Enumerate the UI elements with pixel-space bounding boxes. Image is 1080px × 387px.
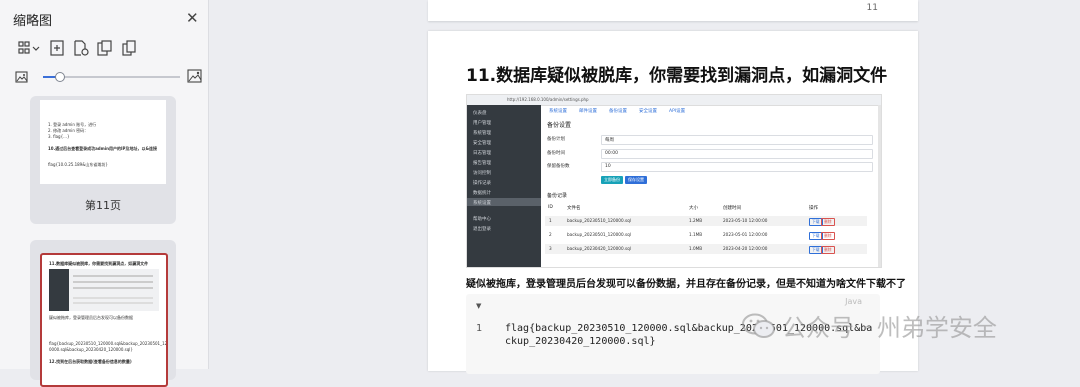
thumb-line: 11.数据库疑似被脱库，你需要找到漏洞点，如漏洞文件 [49,261,149,266]
thumb-line: flag{backup_20230510_120000.sql&backup_2… [49,341,168,346]
table-header: 文件名 [567,206,581,211]
admin-tab: API设置 [669,109,686,114]
code-language: Java [845,297,862,306]
table-header: ID [548,205,553,210]
thumbnail-label: 第11页 [85,199,121,212]
table-cell: 1.0MB [689,246,703,251]
watermark: 公众号 · 州弟学安全 [742,308,997,343]
page-number: 11 [866,3,878,13]
zoom-slider[interactable] [43,72,180,82]
wechat-icon [742,313,775,338]
table-cell: 3 [549,246,552,251]
thumb-line: 10.通过后台查看登录成功admin用户的IP及地址，以&连接 [48,146,157,151]
previous-page: 11 [428,0,918,21]
delete-button: 删除 [821,246,835,254]
admin-nav-item: 操作记录 [473,181,491,186]
admin-nav-item: 帮助中心 [473,217,491,222]
admin-nav-item: 系统设置 [473,201,491,206]
admin-tab: 安全设置 [639,109,657,114]
table-header: 操作 [809,206,818,211]
close-icon[interactable]: ✕ [186,9,199,27]
zoom-slider-thumb[interactable] [55,72,66,82]
admin-nav-item: 仪表盘 [473,111,487,116]
extract-page-icon[interactable] [96,39,114,57]
field-value: 00:00 [605,151,618,156]
table-cell: 1.1MB [689,232,703,237]
backup-now-button: 立即备份 [601,176,623,184]
admin-nav-item: 用户管理 [473,121,491,126]
table-cell: 1 [549,218,552,223]
table-cell: 1.2MB [689,218,703,223]
thumbnail-sidebar: 缩略图 ✕ 1. 登录 admin 账号，进行 2. 修改 admin 密码： … [0,0,209,387]
table-cell: backup_20230510_120000.sql [567,218,631,223]
thumb-screenshot [49,269,159,311]
backup-plan-select: 每周 [601,135,873,145]
table-cell: backup_20230501_120000.sql [567,232,631,237]
grid-view-icon[interactable] [18,39,42,57]
field-label: 备份计划 [547,137,565,142]
admin-nav-item: 退出登录 [473,227,491,232]
table-cell: backup_20230420_120000.sql [567,246,631,251]
admin-nav-item: 报告管理 [473,161,491,166]
thumbnail-page-image-selected: 11.数据库疑似被脱库，你需要找到漏洞点，如漏洞文件 疑似被拖库，登录管理员后台… [40,253,168,387]
thumb-line: 2. 修改 admin 密码： [48,128,89,133]
table-header: 大小 [689,206,698,211]
field-value: 每周 [605,138,614,143]
retain-count-input: 10 [601,162,873,172]
admin-tab: 邮件设置 [579,109,597,114]
admin-nav-item: 安全管理 [473,141,491,146]
scrollbar [878,105,881,267]
admin-nav-item: 访问控制 [473,171,491,176]
table-row: 2 backup_20230501_120000.sql 1.1MB 2023-05-… [545,230,867,240]
zoom-out-image-icon[interactable] [15,69,29,88]
table-header: 创建时间 [723,206,741,211]
admin-nav-item: 系统管理 [473,131,491,136]
thumb-line: 0000.sql&backup_20230420_120000.sql} [49,347,133,352]
field-value: 10 [605,164,611,169]
backup-records-title: 备份记录 [547,193,568,199]
delete-button: 删除 [821,218,835,226]
insert-page-icon[interactable] [48,39,66,57]
table-cell: 2023-05-10 12:00:00 [723,218,768,223]
table-row: 1 backup_20230510_120000.sql 1.2MB 2023-05-… [545,216,867,226]
collapse-icon[interactable]: ▼ [476,302,481,310]
sidebar-toolbar [18,39,138,57]
save-settings-button: 保存设置 [625,176,647,184]
delete-button: 删除 [821,232,835,240]
page-settings-icon[interactable] [72,39,90,57]
table-cell: 2023-05-01 12:00:00 [723,232,768,237]
line-number: 1 [476,323,483,334]
backup-time-input: 00:00 [601,149,873,159]
backup-settings-title: 备份设置 [547,122,572,129]
watermark-text: 公众号 · 州弟学安全 [782,314,997,342]
admin-nav-item: 数据统计 [473,191,491,196]
copy-page-icon[interactable] [120,39,138,57]
thumb-line: 3. flag{...} [48,134,70,139]
thumb-line: flag{10.0.25.189&山东省潍坊} [48,162,108,167]
field-label: 保留备份数 [547,164,570,169]
admin-nav-item: 日志管理 [473,151,491,156]
zoom-in-image-icon[interactable] [187,68,203,88]
section-heading: 11.数据库疑似被脱库，你需要找到漏洞点，如漏洞文件 [466,66,888,86]
sidebar-title: 缩略图 [13,14,53,29]
thumbnail-page-12[interactable]: 11.数据库疑似被脱库，你需要找到漏洞点，如漏洞文件 疑似被拖库，登录管理员后台… [30,240,176,387]
thumb-line: 12.找到在后台获取数据(查看备份信息的数量) [49,359,132,364]
admin-tab: 备份设置 [609,109,627,114]
admin-sidebar: 仪表盘用户管理系统管理安全管理日志管理报告管理访问控制操作记录数据统计系统设置帮… [467,105,541,267]
thumbnail-page-11[interactable]: 1. 登录 admin 账号，进行 2. 修改 admin 密码： 3. fla… [30,96,176,224]
table-row: 3 backup_20230420_120000.sql 1.0MB 2023-04-… [545,244,867,254]
thumbnail-page-image: 1. 登录 admin 账号，进行 2. 修改 admin 密码： 3. fla… [40,100,166,184]
caption-text: 疑似被拖库，登录管理员后台发现可以备份数据，并且存在备份记录，但是不知道为啥文件… [466,279,906,290]
browser-url: http://192.168.0.100/admin/settings.php [507,97,589,102]
admin-tab: 系统设置 [549,109,567,114]
thumb-line: 1. 登录 admin 账号，进行 [48,122,97,127]
thumb-line: 疑似被拖库，登录管理员后台发现可以备份数据 [49,315,133,320]
embedded-screenshot: http://192.168.0.100/admin/settings.php … [466,94,882,268]
thumbnail-zoom-control [15,68,205,86]
field-label: 备份时间 [547,151,565,156]
table-cell: 2023-04-20 12:00:00 [723,246,768,251]
table-cell: 2 [549,232,552,237]
